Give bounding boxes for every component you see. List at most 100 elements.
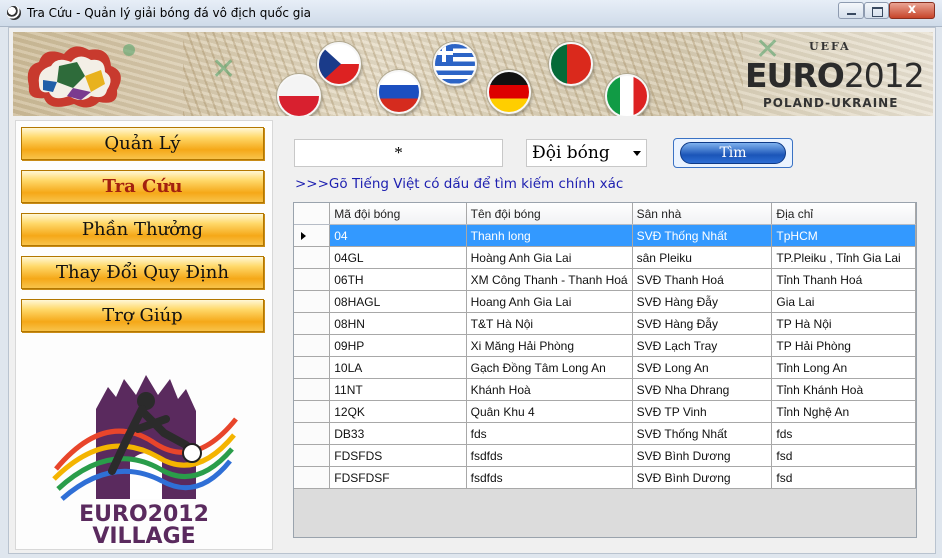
table-row[interactable]: 10LA Gạch Đồng Tâm Long An SVĐ Long An Tỉnh… bbox=[294, 356, 916, 379]
table-cell[interactable]: Xi Măng Hải Phòng bbox=[466, 334, 633, 357]
menu-thay-doi-quy-dinh-button[interactable]: Thay Đổi Quy Định bbox=[21, 256, 264, 289]
table-cell[interactable]: fds bbox=[466, 422, 633, 445]
close-button[interactable]: x bbox=[889, 2, 935, 19]
table-cell[interactable]: SVĐ Thống Nhất bbox=[632, 224, 773, 247]
table-row[interactable]: DB33 fds SVĐ Thống Nhất fds bbox=[294, 422, 916, 445]
table-cell[interactable]: fsdfds bbox=[466, 444, 633, 467]
header-row: Mã đội bóng Tên đội bóng Sân nhà Địa chỉ bbox=[294, 203, 916, 225]
dropdown-arrow-icon[interactable] bbox=[633, 151, 641, 156]
table-cell[interactable]: Hoang Anh Gia Lai bbox=[466, 290, 633, 313]
table-cell[interactable]: SVĐ Thống Nhất bbox=[632, 422, 773, 445]
table-cell[interactable]: SVĐ Hàng Đẫy bbox=[632, 312, 773, 335]
table-cell[interactable]: SVĐ Lạch Tray bbox=[632, 334, 773, 357]
table-cell[interactable]: Tỉnh Khánh Hoà bbox=[771, 378, 916, 401]
maximize-button[interactable] bbox=[864, 2, 889, 19]
title-bar[interactable]: Tra Cứu - Quản lý giải bóng đá vô địch q… bbox=[0, 0, 942, 27]
table-cell[interactable]: DB33 bbox=[329, 422, 467, 445]
table-cell[interactable]: SVĐ Thanh Hoá bbox=[632, 268, 773, 291]
table-cell[interactable]: Tỉnh Thanh Hoá bbox=[771, 268, 916, 291]
table-row[interactable]: FDSFDSF fsdfds SVĐ Bình Dương fsd bbox=[294, 466, 916, 489]
row-header[interactable] bbox=[294, 378, 331, 401]
minimize-button[interactable] bbox=[838, 2, 864, 19]
table-cell[interactable]: 09HP bbox=[329, 334, 467, 357]
search-field-select[interactable]: Đội bóng bbox=[526, 139, 647, 167]
table-cell[interactable]: SVĐ Long An bbox=[632, 356, 773, 379]
table-row[interactable]: 04GL Hoàng Anh Gia Lai sân Pleiku TP.Pleiku… bbox=[294, 246, 916, 269]
table-cell[interactable]: SVĐ TP Vinh bbox=[632, 400, 773, 423]
current-row-indicator-icon bbox=[301, 231, 306, 240]
table-cell[interactable]: Hoàng Anh Gia Lai bbox=[466, 246, 633, 269]
uefa-text: UEFA bbox=[809, 40, 851, 53]
table-cell[interactable]: 11NT bbox=[329, 378, 467, 401]
table-cell[interactable]: Khánh Hoà bbox=[466, 378, 633, 401]
table-row[interactable]: 04 Thanh long SVĐ Thống Nhất TpHCM bbox=[294, 224, 916, 247]
row-header[interactable] bbox=[294, 400, 331, 423]
column-header-san-nha[interactable]: Sân nhà bbox=[632, 203, 773, 225]
window-title: Tra Cứu - Quản lý giải bóng đá vô địch q… bbox=[27, 6, 312, 20]
table-cell[interactable]: SVĐ Nha Dhrang bbox=[632, 378, 773, 401]
table-cell[interactable]: T&T Hà Nội bbox=[466, 312, 633, 335]
row-header[interactable] bbox=[294, 356, 331, 379]
table-cell[interactable]: TP Hà Nội bbox=[771, 312, 916, 335]
table-cell[interactable]: fsd bbox=[771, 444, 916, 467]
table-cell[interactable]: Quân Khu 4 bbox=[466, 400, 633, 423]
row-header[interactable] bbox=[294, 334, 331, 357]
table-cell[interactable]: TpHCM bbox=[771, 224, 916, 247]
table-cell[interactable]: 08HN bbox=[329, 312, 467, 335]
table-row[interactable]: FDSFDS fsdfds SVĐ Bình Dương fsd bbox=[294, 444, 916, 467]
table-cell[interactable]: fds bbox=[771, 422, 916, 445]
row-header[interactable] bbox=[294, 246, 331, 269]
table-row[interactable]: 09HP Xi Măng Hải Phòng SVĐ Lạch Tray TP Hải… bbox=[294, 334, 916, 357]
table-row[interactable]: 08HN T&T Hà Nội SVĐ Hàng Đẫy TP Hà Nội bbox=[294, 312, 916, 335]
navigation-panel: Quản Lý Tra Cứu Phần Thưởng Thay Đổi Quy… bbox=[15, 120, 273, 550]
table-cell[interactable]: 06TH bbox=[329, 268, 467, 291]
table-cell[interactable]: 08HAGL bbox=[329, 290, 467, 313]
table-cell[interactable]: fsd bbox=[771, 466, 916, 489]
main-window: ✕ ✕ UEFA EURO2012 POLAND-UKRAINE Quản Lý… bbox=[8, 27, 936, 554]
table-cell[interactable]: TP Hải Phòng bbox=[771, 334, 916, 357]
column-header-ma-doi-bong[interactable]: Mã đội bóng bbox=[329, 203, 467, 225]
table-cell[interactable]: SVĐ Bình Dương bbox=[632, 466, 773, 489]
search-button[interactable]: Tìm bbox=[673, 138, 793, 168]
row-header[interactable] bbox=[294, 268, 331, 291]
table-cell[interactable]: Tỉnh Long An bbox=[771, 356, 916, 379]
teams-grid[interactable]: Mã đội bóng Tên đội bóng Sân nhà Địa chỉ… bbox=[293, 202, 917, 538]
euro-2012-text: EURO2012 bbox=[745, 56, 925, 95]
table-cell[interactable]: 04 bbox=[329, 224, 467, 247]
row-header[interactable] bbox=[294, 466, 331, 489]
table-cell[interactable]: 12QK bbox=[329, 400, 467, 423]
table-cell[interactable]: Tỉnh Nghệ An bbox=[771, 400, 916, 423]
menu-phan-thuong-button[interactable]: Phần Thưởng bbox=[21, 213, 264, 246]
menu-tra-cuu-button[interactable]: Tra Cứu bbox=[21, 170, 264, 203]
table-row[interactable]: 11NT Khánh Hoà SVĐ Nha Dhrang Tỉnh Khánh Ho… bbox=[294, 378, 916, 401]
table-cell[interactable]: sân Pleiku bbox=[632, 246, 773, 269]
row-header[interactable] bbox=[294, 224, 331, 247]
table-cell[interactable]: FDSFDS bbox=[329, 444, 467, 467]
table-cell[interactable]: Gia Lai bbox=[771, 290, 916, 313]
table-cell[interactable]: Thanh long bbox=[466, 224, 633, 247]
table-row[interactable]: 08HAGL Hoang Anh Gia Lai SVĐ Hàng Đẫy Gia L… bbox=[294, 290, 916, 313]
search-button-label: Tìm bbox=[680, 142, 786, 164]
menu-quan-ly-button[interactable]: Quản Lý bbox=[21, 127, 264, 160]
table-cell[interactable]: TP.Pleiku , Tỉnh Gia Lai bbox=[771, 246, 916, 269]
row-header[interactable] bbox=[294, 312, 331, 335]
table-cell[interactable]: SVĐ Bình Dương bbox=[632, 444, 773, 467]
table-cell[interactable]: fsdfds bbox=[466, 466, 633, 489]
table-cell[interactable]: 04GL bbox=[329, 246, 467, 269]
table-cell[interactable]: Gạch Đồng Tâm Long An bbox=[466, 356, 633, 379]
column-header-ten-doi-bong[interactable]: Tên đội bóng bbox=[466, 203, 633, 225]
table-row[interactable]: 12QK Quân Khu 4 SVĐ TP Vinh Tỉnh Nghệ An bbox=[294, 400, 916, 423]
table-cell[interactable]: FDSFDSF bbox=[329, 466, 467, 489]
column-header-dia-chi[interactable]: Địa chỉ bbox=[771, 203, 916, 225]
table-cell[interactable]: XM Công Thanh - Thanh Hoá bbox=[466, 268, 633, 291]
row-header[interactable] bbox=[294, 422, 331, 445]
table-row[interactable]: 06TH XM Công Thanh - Thanh Hoá SVĐ Thanh H… bbox=[294, 268, 916, 291]
row-header-corner bbox=[294, 203, 331, 225]
table-cell[interactable]: SVĐ Hàng Đẫy bbox=[632, 290, 773, 313]
menu-tro-giup-button[interactable]: Trợ Giúp bbox=[21, 299, 264, 332]
row-header[interactable] bbox=[294, 290, 331, 313]
row-header[interactable] bbox=[294, 444, 331, 467]
search-input[interactable]: * bbox=[294, 139, 503, 167]
host-countries-text: POLAND-UKRAINE bbox=[763, 96, 899, 110]
table-cell[interactable]: 10LA bbox=[329, 356, 467, 379]
